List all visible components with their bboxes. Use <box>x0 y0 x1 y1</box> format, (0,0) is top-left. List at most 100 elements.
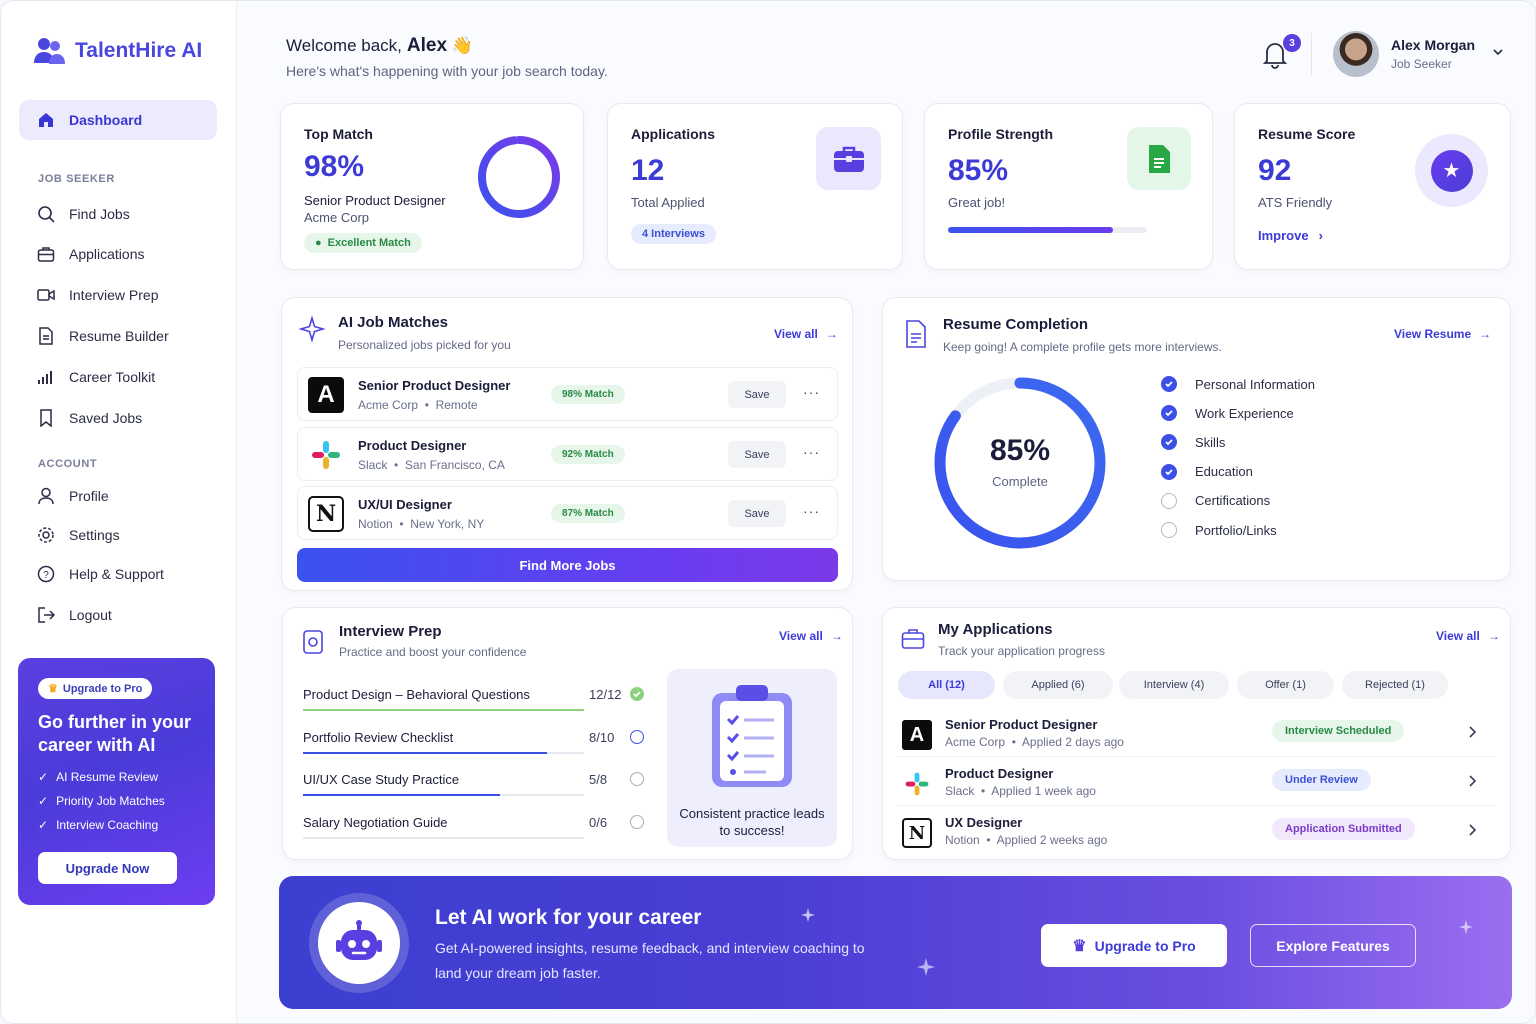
sidebar-item-career-toolkit[interactable]: Career Toolkit <box>19 357 217 397</box>
checklist-label: Portfolio/Links <box>1195 522 1277 538</box>
people-icon <box>34 38 65 64</box>
header-divider <box>1311 33 1312 75</box>
empty-circle-icon <box>1161 522 1177 538</box>
explore-features-button[interactable]: Explore Features <box>1250 924 1416 967</box>
job-match-row[interactable]: N UX/UI Designer Notion • New York, NY 8… <box>297 486 838 540</box>
avatar[interactable] <box>1333 31 1379 77</box>
view-resume-link[interactable]: View Resume → <box>1394 327 1491 341</box>
chevron-right-icon: › <box>1318 228 1323 243</box>
stat-label: Resume Score <box>1258 126 1356 142</box>
check-icon: ✓ <box>38 770 49 784</box>
more-options-icon[interactable]: ··· <box>803 384 820 400</box>
top-match-role: Senior Product Designer <box>304 193 446 208</box>
checklist-item: Certifications <box>1161 492 1270 509</box>
robot-avatar <box>309 893 409 993</box>
profile-strength-card[interactable]: Profile Strength 85% Great job! <box>924 103 1213 270</box>
sidebar-item-dashboard[interactable]: Dashboard <box>19 100 217 140</box>
sidebar-item-label: Settings <box>69 527 120 543</box>
prep-item[interactable]: UI/UX Case Study Practice 5/8 <box>303 772 645 804</box>
view-all-label: View all <box>779 629 823 643</box>
application-row[interactable]: A Senior Product Designer Acme Corp • Ap… <box>896 711 1496 757</box>
prep-item[interactable]: Product Design – Behavioral Questions 12/… <box>303 687 645 719</box>
match-ring-arc <box>478 136 560 218</box>
more-options-icon[interactable]: ··· <box>803 503 820 519</box>
job-match-row[interactable]: Product Designer Slack • San Francisco, … <box>297 427 838 481</box>
practice-tip-text: Consistent practice leads to success! <box>679 806 825 838</box>
welcome-subtitle: Here's what's happening with your job se… <box>286 63 608 79</box>
section-title: My Applications <box>938 621 1053 638</box>
view-all-link[interactable]: View all → <box>774 327 838 341</box>
more-options-icon[interactable]: ··· <box>803 444 820 460</box>
profile-progress-track <box>948 227 1147 233</box>
chevron-down-icon[interactable] <box>1491 45 1505 64</box>
chevron-right-icon[interactable] <box>1466 774 1478 793</box>
find-more-jobs-button[interactable]: Find More Jobs <box>297 548 838 582</box>
prep-item-count: 12/12 <box>589 687 622 702</box>
ai-job-matches-card: AI Job Matches Personalized jobs picked … <box>281 297 853 591</box>
sidebar-item-applications[interactable]: Applications <box>19 234 217 274</box>
check-circle-icon <box>1161 434 1177 451</box>
application-title: Product Designer <box>945 766 1054 781</box>
acme-logo-icon: A <box>308 377 344 413</box>
sidebar-item-settings[interactable]: Settings <box>19 515 217 555</box>
prep-progress-fill <box>303 709 584 711</box>
checklist-label: Skills <box>1195 434 1226 450</box>
sidebar-item-label: Profile <box>69 488 109 504</box>
stat-label: Applications <box>631 126 716 142</box>
tab-applied[interactable]: Applied (6) <box>1003 671 1113 699</box>
tab-interview[interactable]: Interview (4) <box>1119 671 1229 699</box>
sidebar-item-interview-prep[interactable]: Interview Prep <box>19 275 217 315</box>
tab-offer[interactable]: Offer (1) <box>1237 671 1334 699</box>
improve-link[interactable]: Improve › <box>1258 228 1323 243</box>
notion-logo-icon: N <box>902 818 932 848</box>
sidebar-item-logout[interactable]: Logout <box>19 595 217 635</box>
save-button[interactable]: Save <box>728 500 786 527</box>
briefcase-icon <box>816 127 881 190</box>
brand-logo[interactable]: TalentHire AI <box>33 35 202 67</box>
chevron-right-icon[interactable] <box>1466 823 1478 842</box>
application-row[interactable]: N UX Designer Notion • Applied 2 weeks a… <box>896 809 1496 855</box>
tab-all[interactable]: All (12) <box>898 671 995 699</box>
view-all-link[interactable]: View all → <box>779 629 843 643</box>
job-meta: Notion • New York, NY <box>358 517 485 531</box>
sidebar-item-label: Dashboard <box>69 112 143 128</box>
prep-item[interactable]: Salary Negotiation Guide 0/6 <box>303 814 645 847</box>
section-title: Interview Prep <box>339 623 442 640</box>
top-match-card[interactable]: Top Match 98% Senior Product Designer Ac… <box>280 103 584 270</box>
check-icon: ✓ <box>38 818 49 832</box>
save-button[interactable]: Save <box>728 441 786 468</box>
match-badge: 98% Match <box>551 385 625 404</box>
checklist-label: Work Experience <box>1195 405 1294 421</box>
sidebar-item-resume-builder[interactable]: Resume Builder <box>19 316 217 356</box>
sidebar-item-find-jobs[interactable]: Find Jobs <box>19 194 217 234</box>
sidebar-item-profile[interactable]: Profile <box>19 476 217 516</box>
applications-card[interactable]: Applications 12 Total Applied 4 Intervie… <box>607 103 903 270</box>
check-circle-icon <box>1161 405 1177 422</box>
banner-subtitle: Get AI-powered insights, resume feedback… <box>435 940 865 981</box>
application-row[interactable]: Product Designer Slack • Applied 1 week … <box>896 760 1496 806</box>
arrow-right-icon: → <box>825 327 838 341</box>
upgrade-to-pro-label: Upgrade to Pro <box>1094 937 1196 954</box>
ai-career-banner: Let AI work for your career Get AI-power… <box>279 876 1512 1009</box>
gear-icon <box>37 526 55 544</box>
application-company: Acme Corp <box>945 735 1006 749</box>
upgrade-to-pro-button[interactable]: ♛ Upgrade to Pro <box>1041 924 1227 967</box>
chevron-right-icon[interactable] <box>1466 725 1478 744</box>
view-all-link[interactable]: View all → <box>1436 629 1500 643</box>
tab-rejected[interactable]: Rejected (1) <box>1342 671 1448 699</box>
sidebar-item-help[interactable]: ? Help & Support <box>19 554 217 594</box>
job-match-row[interactable]: A Senior Product Designer Acme Corp • Re… <box>297 367 838 421</box>
application-title: Senior Product Designer <box>945 717 1098 732</box>
promo-title: Go further in your career with AI <box>38 712 191 755</box>
upgrade-now-button[interactable]: Upgrade Now <box>38 852 177 884</box>
prep-item-name: Salary Negotiation Guide <box>303 814 448 830</box>
upgrade-badge: ♛ Upgrade to Pro <box>38 678 153 699</box>
user-role: Job Seeker <box>1391 57 1452 71</box>
resume-score-card[interactable]: Resume Score 92 ATS Friendly Improve › ★ <box>1234 103 1511 270</box>
prep-item[interactable]: Portfolio Review Checklist 8/10 <box>303 729 645 762</box>
application-meta: Notion • Applied 2 weeks ago <box>945 833 1108 847</box>
save-button[interactable]: Save <box>728 381 786 408</box>
empty-circle-icon <box>630 772 644 786</box>
practice-tip-card: Consistent practice leads to success! <box>667 669 837 847</box>
sidebar-item-saved-jobs[interactable]: Saved Jobs <box>19 398 217 438</box>
